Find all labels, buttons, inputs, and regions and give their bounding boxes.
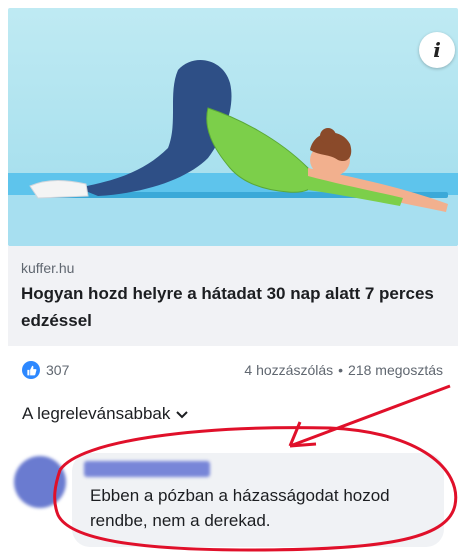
- like-icon: [22, 361, 40, 379]
- post-stats: 4 hozzászólás • 218 megosztás: [244, 360, 443, 380]
- comment-author-name[interactable]: [84, 461, 210, 477]
- comment-bubble: Ebben a pózban a házasságodat hozod rend…: [72, 453, 444, 547]
- link-preview-card[interactable]: kuffer.hu Hogyan hozd helyre a hátadat 3…: [8, 246, 458, 346]
- shares-count-link[interactable]: 218 megosztás: [348, 362, 443, 378]
- comments-count-link[interactable]: 4 hozzászólás: [244, 362, 333, 378]
- stat-separator: •: [338, 362, 344, 378]
- comment-sort-label: A legrelevánsabbak: [22, 404, 171, 423]
- commenter-avatar[interactable]: [14, 456, 66, 508]
- link-title[interactable]: Hogyan hozd helyre a hátadat 30 nap alat…: [21, 280, 441, 334]
- chevron-down-icon: [176, 404, 189, 424]
- link-domain: kuffer.hu: [21, 260, 75, 276]
- comment-sort-dropdown[interactable]: A legrelevánsabbak: [22, 403, 189, 425]
- comment-text: Ebben a pózban a házasságodat hozod rend…: [90, 486, 390, 530]
- info-icon[interactable]: i: [419, 32, 455, 68]
- reactions-count: 307: [46, 362, 70, 378]
- yoga-illustration: [8, 8, 458, 246]
- reactions-summary[interactable]: 307: [22, 360, 69, 380]
- post-image[interactable]: i: [8, 8, 458, 246]
